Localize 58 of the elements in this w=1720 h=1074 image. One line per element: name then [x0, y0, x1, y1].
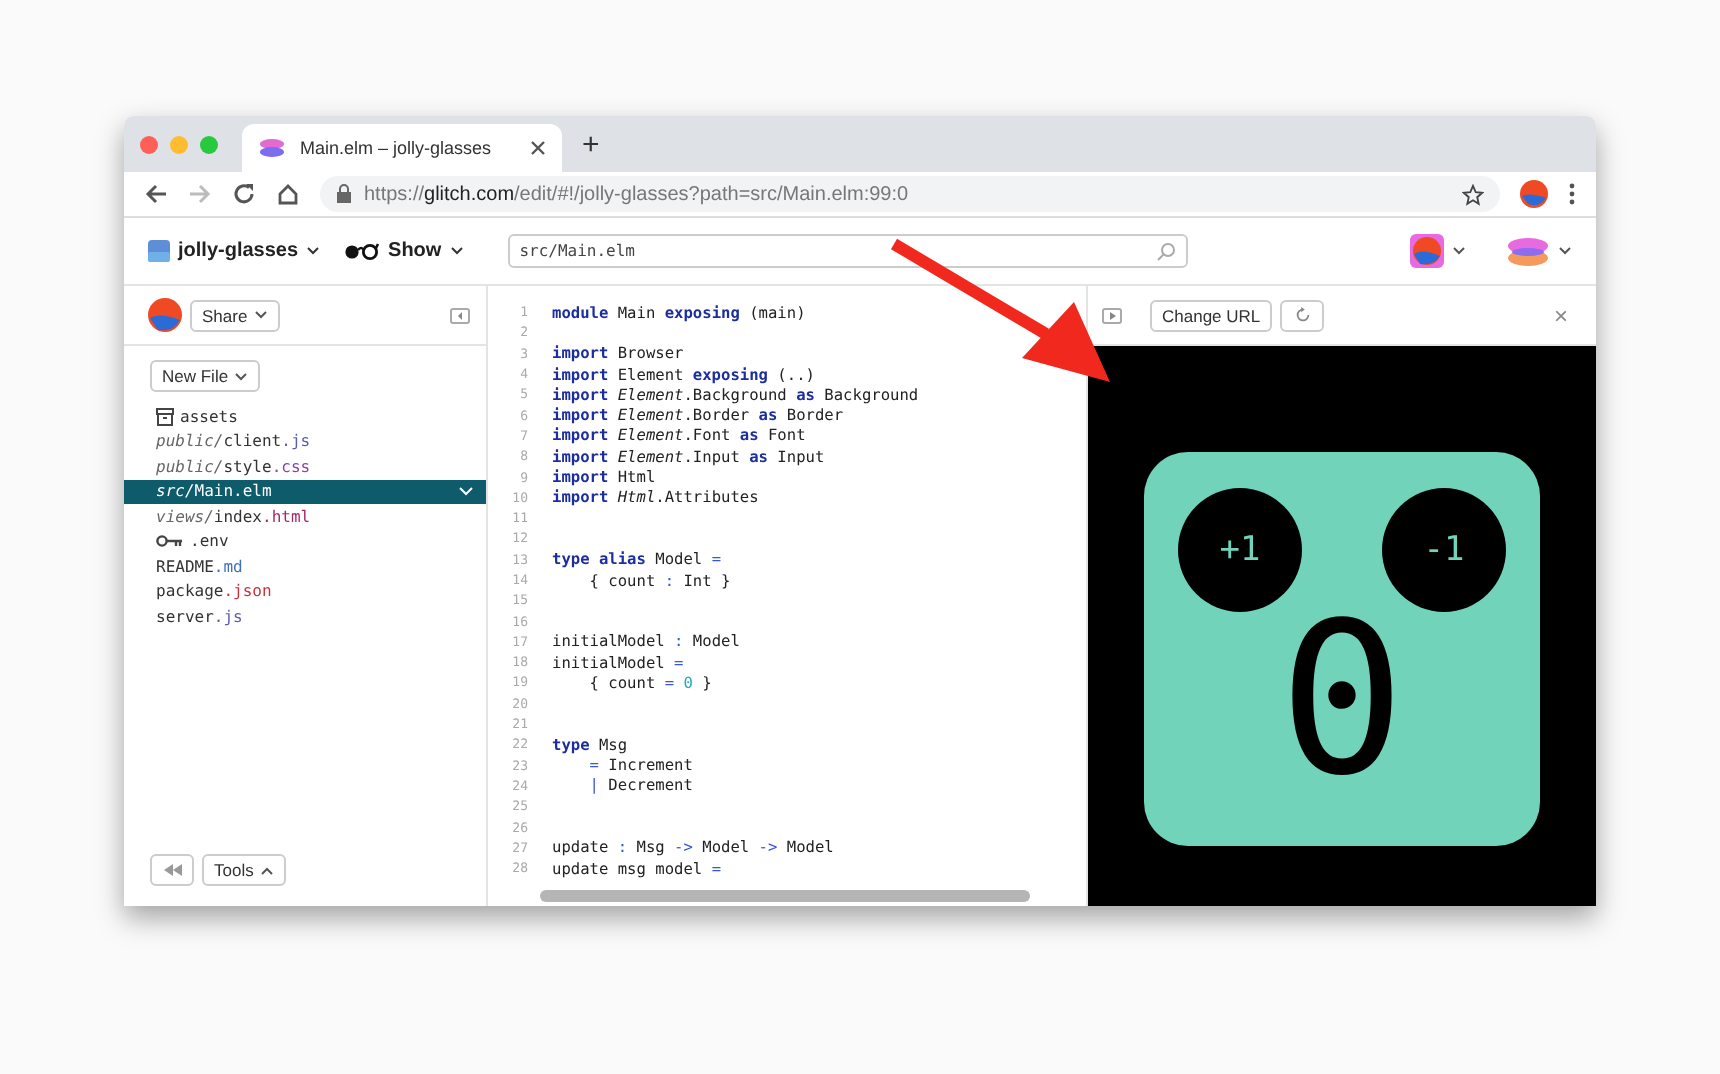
rewind-button[interactable] [150, 854, 194, 886]
star-icon[interactable] [1462, 183, 1484, 205]
file-item[interactable]: README.md [124, 554, 486, 579]
glasses-icon [344, 242, 381, 260]
reload-icon[interactable] [232, 182, 256, 206]
close-icon[interactable] [530, 140, 546, 156]
refresh-icon [1293, 306, 1312, 324]
show-menu[interactable]: Show [344, 240, 464, 262]
file-item[interactable]: views/index.html [124, 504, 486, 529]
file-item[interactable]: public/style.css [124, 454, 486, 479]
caret-icon [259, 865, 274, 875]
browser-tab[interactable]: Main.elm – jolly-glasses [242, 124, 562, 172]
new-file-button[interactable]: New File [150, 360, 261, 392]
lock-icon [336, 184, 352, 204]
fish-icon [1506, 235, 1550, 267]
refresh-button[interactable] [1280, 299, 1325, 331]
play-icon[interactable] [1102, 307, 1122, 323]
home-icon[interactable] [276, 182, 300, 206]
project-icon [148, 240, 170, 262]
caret-icon [306, 246, 321, 256]
new-tab-button[interactable]: + [582, 127, 600, 161]
caret-icon [253, 310, 268, 320]
caret-icon [234, 371, 249, 381]
address-field[interactable]: https://glitch.com/edit/#!/jolly-glasses?path=src/Main.elm:99:0 [320, 176, 1500, 212]
file-item[interactable]: package.json [124, 579, 486, 604]
url-text: https://glitch.com/edit/#!/jolly-glasses?path=src/Main.elm:99:0 [364, 183, 911, 205]
user-menu[interactable] [1410, 234, 1466, 268]
rewind-icon [163, 864, 181, 876]
file-item[interactable]: assets [124, 404, 486, 429]
change-url-button[interactable]: Change URL [1150, 299, 1273, 331]
tab-title: Main.elm – jolly-glasses [300, 138, 494, 158]
caret-icon [1558, 246, 1572, 256]
avatar-icon [1410, 234, 1444, 268]
project-menu[interactable]: jolly-glasses [148, 240, 321, 262]
file-item[interactable]: .env [124, 529, 486, 554]
search-field[interactable]: src/Main.elm [507, 234, 1188, 268]
menu-icon[interactable] [1568, 182, 1576, 206]
team-menu[interactable] [1506, 235, 1572, 267]
caret-icon[interactable] [458, 486, 474, 497]
file-item[interactable]: server.js [124, 604, 486, 629]
file-item[interactable]: src/Main.elm [124, 479, 486, 504]
search-icon [1155, 241, 1176, 261]
scrollbar-thumb[interactable] [540, 890, 1030, 902]
avatar-icon [148, 298, 182, 332]
increment-button[interactable]: +1 [1178, 488, 1302, 612]
key-icon [156, 534, 184, 549]
caret-icon [449, 246, 464, 256]
avatar-icon[interactable] [1520, 180, 1548, 208]
file-item[interactable]: public/client.js [124, 429, 486, 454]
collapse-icon[interactable] [450, 307, 470, 323]
close-button[interactable]: × [1553, 301, 1568, 329]
back-icon[interactable] [144, 182, 168, 206]
fish-icon [258, 138, 286, 158]
tools-button[interactable]: Tools [202, 854, 286, 886]
archive-icon [156, 407, 174, 426]
decrement-button[interactable]: -1 [1382, 488, 1506, 612]
share-button[interactable]: Share [190, 299, 280, 331]
caret-icon [1452, 246, 1466, 256]
